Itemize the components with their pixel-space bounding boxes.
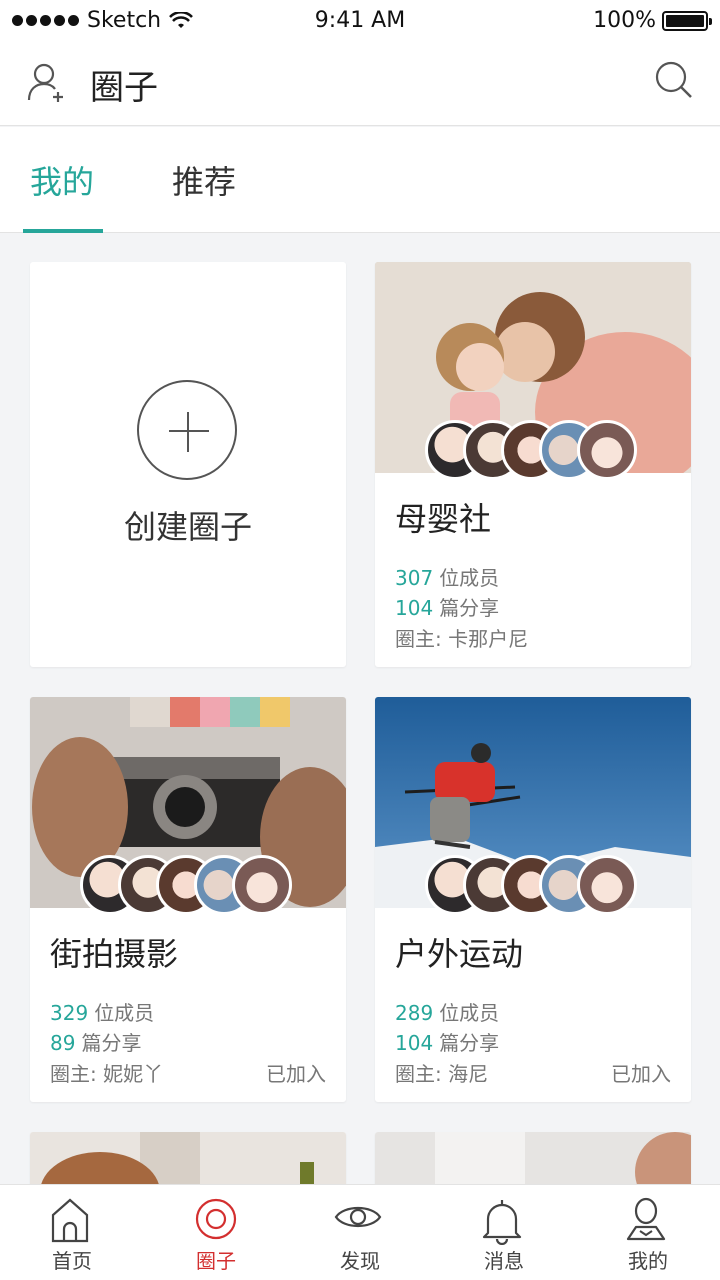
circle-owner: 圈主: 妮妮丫 — [50, 1062, 164, 1086]
nav-me-label: 我的 — [628, 1249, 668, 1273]
status-right: 100% — [593, 8, 712, 33]
nav-discover[interactable]: 发现 — [288, 1185, 432, 1280]
circle-card[interactable]: 街拍摄影 329 位成员 89 篇分享 圈主: 妮妮丫 已加入 — [30, 697, 346, 1102]
page-title: 圈子 — [90, 68, 158, 108]
nav-messages[interactable]: 消息 — [432, 1185, 576, 1280]
plus-icon[interactable] — [137, 380, 237, 480]
joined-badge: 已加入 — [611, 1062, 671, 1086]
bottom-nav: 首页 圈子 发现 消息 我的 — [0, 1184, 720, 1280]
member-count-value: 307 — [395, 566, 434, 590]
nav-home-label: 首页 — [52, 1249, 92, 1273]
circle-owner: 圈主: 卡那户尼 — [395, 627, 529, 651]
share-count-value: 89 — [50, 1031, 76, 1055]
circle-owner: 圈主: 海尼 — [395, 1062, 489, 1086]
status-bar: Sketch 9:41 AM 100% — [0, 0, 720, 44]
circle-title: 户外运动 — [395, 935, 524, 973]
nav-home[interactable]: 首页 — [0, 1185, 144, 1280]
share-count: 89 篇分享 — [50, 1027, 141, 1056]
create-circle-label: 创建圈子 — [123, 508, 252, 546]
member-count: 307 位成员 — [395, 562, 499, 591]
circle-title: 街拍摄影 — [50, 935, 179, 973]
home-icon — [51, 1198, 89, 1243]
member-count: 289 位成员 — [395, 997, 499, 1026]
battery-icon — [662, 10, 712, 31]
member-avatars — [80, 855, 300, 915]
member-avatars — [425, 855, 645, 915]
tab-mine[interactable]: 我的 — [30, 157, 94, 203]
circle-icon — [195, 1198, 237, 1240]
member-count-label: 位成员 — [439, 566, 500, 590]
tab-bar: 我的 推荐 — [0, 127, 720, 233]
share-count-value: 104 — [395, 596, 434, 620]
circle-card[interactable]: 户外运动 289 位成员 104 篇分享 圈主: 海尼 已加入 — [375, 697, 691, 1102]
member-avatars — [425, 420, 645, 480]
share-count-value: 104 — [395, 1031, 434, 1055]
share-count: 104 篇分享 — [395, 592, 499, 621]
nav-circles[interactable]: 圈子 — [144, 1185, 288, 1280]
add-user-icon[interactable] — [26, 62, 68, 104]
eye-icon — [334, 1206, 382, 1228]
circle-card[interactable] — [375, 1132, 691, 1192]
circle-title: 母婴社 — [395, 500, 492, 538]
tab-indicator — [23, 229, 103, 233]
member-count-label: 位成员 — [439, 1001, 500, 1025]
joined-badge: 已加入 — [266, 1062, 326, 1086]
cover-photo — [30, 1132, 346, 1192]
nav-discover-label: 发现 — [340, 1249, 380, 1273]
member-count-label: 位成员 — [94, 1001, 155, 1025]
avatar — [577, 420, 637, 480]
member-count-value: 329 — [50, 1001, 89, 1025]
app-header: 圈子 — [0, 44, 720, 126]
create-circle-card[interactable]: 创建圈子 — [30, 262, 346, 667]
member-count: 329 位成员 — [50, 997, 154, 1026]
cover-photo — [375, 1132, 691, 1192]
share-count-label: 篇分享 — [439, 596, 500, 620]
circle-card[interactable] — [30, 1132, 346, 1192]
avatar — [232, 855, 292, 915]
search-icon[interactable] — [654, 60, 694, 100]
nav-me[interactable]: 我的 — [576, 1185, 720, 1280]
battery-percent: 100% — [593, 8, 656, 33]
bell-icon — [482, 1200, 522, 1245]
avatar — [577, 855, 637, 915]
user-icon — [626, 1197, 666, 1241]
share-count-label: 篇分享 — [439, 1031, 500, 1055]
circle-card[interactable]: 母婴社 307 位成员 104 篇分享 圈主: 卡那户尼 — [375, 262, 691, 667]
nav-circles-label: 圈子 — [196, 1249, 236, 1273]
share-count-label: 篇分享 — [81, 1031, 142, 1055]
tab-recommended[interactable]: 推荐 — [172, 157, 236, 203]
member-count-value: 289 — [395, 1001, 434, 1025]
nav-messages-label: 消息 — [484, 1249, 524, 1273]
share-count: 104 篇分享 — [395, 1027, 499, 1056]
